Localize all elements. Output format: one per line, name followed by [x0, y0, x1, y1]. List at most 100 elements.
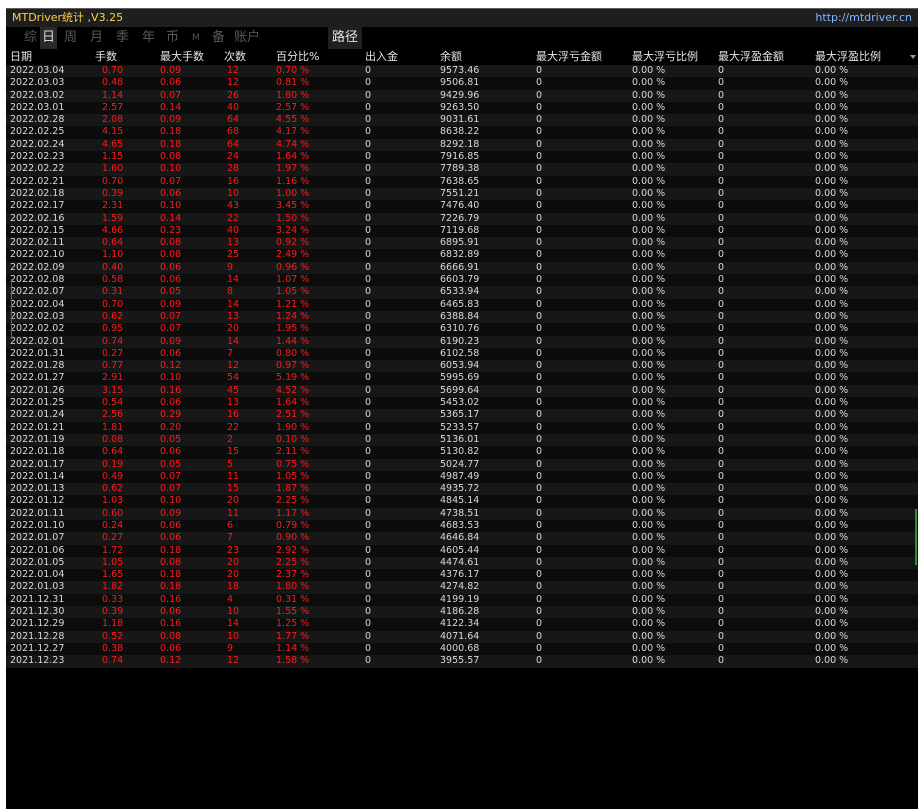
table-row[interactable]: 2022.02.09 0.40 0.06 9 0.96 % 0 6666.91 0 0.00 %…	[6, 261, 918, 275]
cell-max-floating-loss: 0	[536, 569, 543, 581]
tab-m[interactable]: M	[192, 27, 200, 49]
table-row[interactable]: 2022.01.18 0.64 0.06 15 2.11 % 0 5130.82 0 0.00 …	[6, 446, 918, 459]
table-row[interactable]: 2022.02.03 0.62 0.07 13 1.24 % 0 6388.84 0 0.00 …	[6, 310, 918, 324]
column-header-deposit-withdrawal[interactable]: 出入金	[365, 49, 398, 65]
table-row[interactable]: 2021.12.31 0.33 0.16 4 0.31 % 0 4199.19 0 0.00 %…	[6, 593, 918, 607]
table-row[interactable]: 2022.03.04 0.70 0.09 12 0.70 % 0 9573.46 0 0.00 …	[6, 65, 918, 78]
table-row[interactable]: 2022.01.24 2.56 0.29 16 2.51 % 0 5365.17 0 0.00 …	[6, 409, 918, 422]
cell-max-floating-profit: 0	[718, 77, 725, 89]
cell-lots: 0.27	[102, 532, 124, 544]
cell-max-lots: 0.12	[160, 360, 182, 372]
tab-notes[interactable]: 备	[212, 27, 225, 49]
cell-max-floating-profit-ratio: 0.00 %	[815, 483, 849, 495]
table-row[interactable]: 2021.12.23 0.74 0.12 12 1.58 % 0 3955.57 0 0.00 …	[6, 655, 918, 668]
table-row[interactable]: 2022.02.23 1.15 0.08 24 1.64 % 0 7916.85 0 0.00 …	[6, 151, 918, 164]
cell-date: 2022.02.04	[10, 298, 65, 310]
cell-balance: 6053.94	[440, 360, 480, 372]
table-row[interactable]: 2022.01.04 1.65 0.18 20 2.37 % 0 4376.17 0 0.00 …	[6, 569, 918, 582]
table-row[interactable]: 2022.02.22 1.60 0.10 28 1.97 % 0 7789.38 0 0.00 …	[6, 163, 918, 176]
cell-max-floating-loss-ratio: 0.00 %	[632, 593, 666, 605]
table-row[interactable]: 2022.03.02 1.14 0.07 26 1.80 % 0 9429.96 0 0.00 …	[6, 89, 918, 102]
table-row[interactable]: 2022.02.15 4.66 0.23 40 3.24 % 0 7119.68 0 0.00 …	[6, 224, 918, 238]
table-row[interactable]: 2022.01.19 0.08 0.05 2 0.10 % 0 5136.01 0 0.00 %…	[6, 433, 918, 447]
table-row[interactable]: 2022.02.28 2.08 0.09 64 4.55 % 0 9031.61 0 0.00 …	[6, 114, 918, 127]
cell-deposit-withdrawal: 0	[365, 114, 372, 126]
table-row[interactable]: 2022.01.31 0.27 0.06 7 0.80 % 0 6102.58 0 0.00 %…	[6, 347, 918, 361]
cell-deposit-withdrawal: 0	[365, 212, 372, 224]
cell-max-lots: 0.18	[160, 569, 182, 581]
tab-monthly[interactable]: 月	[90, 27, 103, 49]
website-link[interactable]: http://mtdriver.cn	[815, 9, 912, 27]
table-row[interactable]: 2022.02.18 0.39 0.06 10 1.00 % 0 7551.21 0 0.00 …	[6, 187, 918, 201]
table-row[interactable]: 2022.02.16 1.59 0.14 22 1.50 % 0 7226.79 0 0.00 …	[6, 212, 918, 225]
cell-deposit-withdrawal: 0	[365, 286, 372, 298]
table-row[interactable]: 2022.02.25 4.15 0.18 68 4.17 % 0 8638.22 0 0.00 …	[6, 126, 918, 139]
table-row[interactable]: 2022.02.21 0.70 0.07 16 1.16 % 0 7638.65 0 0.00 …	[6, 175, 918, 188]
column-header-count[interactable]: 次数	[224, 49, 246, 65]
cell-max-floating-loss-ratio: 0.00 %	[632, 446, 666, 458]
cell-balance: 4122.34	[440, 618, 480, 630]
column-header-date[interactable]: 日期	[10, 49, 32, 65]
table-row[interactable]: 2022.01.13 0.62 0.07 15 1.87 % 0 4935.72 0 0.00 …	[6, 483, 918, 496]
tab-weekly[interactable]: 周	[64, 27, 77, 49]
tab-summary[interactable]: 综	[24, 27, 37, 49]
column-header-lots[interactable]: 手数	[95, 49, 117, 65]
column-header-max-floating-profit-ratio[interactable]: 最大浮盈比例	[815, 49, 881, 65]
cell-date: 2022.02.21	[10, 175, 65, 187]
cell-balance: 7226.79	[440, 212, 480, 224]
table-row[interactable]: 2022.02.02 0.95 0.07 20 1.95 % 0 6310.76 0 0.00 …	[6, 323, 918, 336]
table-row[interactable]: 2022.01.03 1.82 0.18 18 1.80 % 0 4274.82 0 0.00 …	[6, 581, 918, 594]
table-row[interactable]: 2022.01.07 0.27 0.06 7 0.90 % 0 4646.84 0 0.00 %…	[6, 532, 918, 545]
cell-lots: 0.52	[102, 630, 124, 642]
column-header-max-floating-loss[interactable]: 最大浮亏金额	[536, 49, 602, 65]
table-row[interactable]: 2022.01.05 1.05 0.08 20 2.25 % 0 4474.61 0 0.00 …	[6, 556, 918, 570]
table-row[interactable]: 2021.12.27 0.38 0.06 9 1.14 % 0 4000.68 0 0.00 %…	[6, 642, 918, 656]
cell-percent: 4.17 %	[276, 126, 310, 138]
cell-deposit-withdrawal: 0	[365, 237, 372, 249]
cell-max-floating-loss: 0	[536, 384, 543, 396]
column-header-max-floating-loss-ratio[interactable]: 最大浮亏比例	[632, 49, 698, 65]
cell-lots: 0.38	[102, 642, 124, 654]
table-row[interactable]: 2022.01.27 2.91 0.10 54 5.19 % 0 5995.69 0 0.00 …	[6, 372, 918, 385]
table-row[interactable]: 2022.01.11 0.60 0.09 11 1.17 % 0 4738.51 0 0.00 …	[6, 507, 918, 520]
tab-yearly[interactable]: 年	[142, 27, 155, 49]
cell-percent: 1.80 %	[276, 89, 310, 101]
scroll-down-icon[interactable]	[910, 55, 916, 59]
table-row[interactable]: 2022.01.21 1.81 0.20 22 1.90 % 0 5233.57 0 0.00 …	[6, 421, 918, 434]
table-row[interactable]: 2022.02.24 4.65 0.18 64 4.74 % 0 8292.18 0 0.00 …	[6, 138, 918, 152]
table-row[interactable]: 2022.01.28 0.77 0.12 12 0.97 % 0 6053.94 0 0.00 …	[6, 360, 918, 373]
column-header-max-floating-profit[interactable]: 最大浮盈金额	[718, 49, 784, 65]
table-row[interactable]: 2022.02.17 2.31 0.10 43 3.45 % 0 7476.40 0 0.00 …	[6, 200, 918, 213]
table-row[interactable]: 2021.12.30 0.39 0.06 10 1.55 % 0 4186.28 0 0.00 …	[6, 606, 918, 619]
table-row[interactable]: 2022.02.07 0.31 0.05 8 1.05 % 0 6533.94 0 0.00 %…	[6, 286, 918, 299]
table-row[interactable]: 2022.01.26 3.15 0.16 45 4.52 % 0 5699.64 0 0.00 …	[6, 384, 918, 398]
column-header-max-lots[interactable]: 最大手数	[160, 49, 204, 65]
table-row[interactable]: 2022.02.10 1.10 0.08 25 2.49 % 0 6832.89 0 0.00 …	[6, 249, 918, 262]
table-row[interactable]: 2022.02.01 0.74 0.09 14 1.44 % 0 6190.23 0 0.00 …	[6, 335, 918, 348]
cell-max-floating-loss-ratio: 0.00 %	[632, 65, 666, 76]
tab-daily[interactable]: 日	[40, 27, 58, 49]
path-button[interactable]: 路径	[328, 27, 362, 49]
table-row[interactable]: 2021.12.28 0.52 0.08 10 1.77 % 0 4071.64 0 0.00 …	[6, 630, 918, 643]
table-row[interactable]: 2022.03.01 2.57 0.14 40 2.57 % 0 9263.50 0 0.00 …	[6, 101, 918, 115]
table-row[interactable]: 2022.03.03 0.48 0.06 12 0.81 % 0 9506.81 0 0.00 …	[6, 77, 918, 90]
table-row[interactable]: 2021.12.29 1.18 0.16 14 1.25 % 0 4122.34 0 0.00 …	[6, 618, 918, 631]
table-row[interactable]: 2022.02.04 0.70 0.09 14 1.21 % 0 6465.83 0 0.00 …	[6, 298, 918, 311]
cell-count: 5	[227, 458, 234, 470]
table-row[interactable]: 2022.02.11 0.64 0.08 13 0.92 % 0 6895.91 0 0.00 …	[6, 237, 918, 250]
column-header-balance[interactable]: 余额	[440, 49, 462, 65]
table-row[interactable]: 2022.02.08 0.58 0.06 14 1.07 % 0 6603.79 0 0.00 …	[6, 274, 918, 287]
table-row[interactable]: 2022.01.25 0.54 0.06 13 1.64 % 0 5453.02 0 0.00 …	[6, 397, 918, 410]
table-row[interactable]: 2022.01.06 1.72 0.18 23 2.92 % 0 4605.44 0 0.00 …	[6, 544, 918, 557]
table-row[interactable]: 2022.01.14 0.49 0.07 11 1.05 % 0 4987.49 0 0.00 …	[6, 470, 918, 484]
cell-percent: 2.11 %	[276, 446, 310, 458]
table-row[interactable]: 2022.01.10 0.24 0.06 6 0.79 % 0 4683.53 0 0.00 %…	[6, 519, 918, 533]
cell-date: 2022.02.17	[10, 200, 65, 212]
column-header-percent[interactable]: 百分比%	[276, 49, 319, 65]
table-row[interactable]: 2022.01.12 1.03 0.10 20 2.25 % 0 4845.14 0 0.00 …	[6, 495, 918, 508]
table-row[interactable]: 2022.01.17 0.19 0.05 5 0.75 % 0 5024.77 0 0.00 %…	[6, 458, 918, 471]
tab-quarterly[interactable]: 季	[116, 27, 129, 49]
cell-deposit-withdrawal: 0	[365, 581, 372, 593]
tab-currency[interactable]: 币	[166, 27, 179, 49]
tab-account[interactable]: 账户	[234, 27, 260, 49]
